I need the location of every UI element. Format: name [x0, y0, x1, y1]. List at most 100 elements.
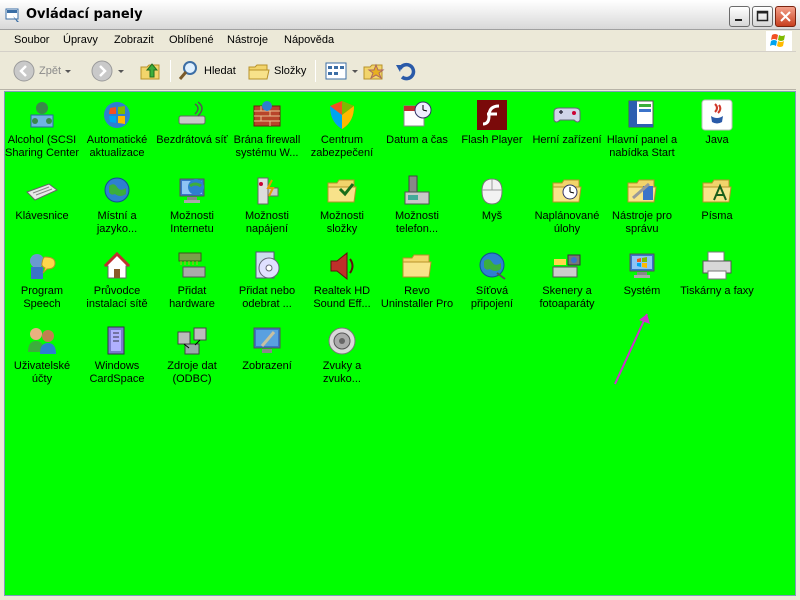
keyboard-icon — [26, 183, 58, 201]
hardware-icon — [178, 252, 206, 278]
menu-zobrazit[interactable]: Zobrazit — [114, 34, 154, 46]
control-panel-item-naplanovane-ulohy[interactable]: Naplánované úlohy — [530, 174, 604, 236]
views-button[interactable] — [324, 58, 358, 84]
forward-dropdown-icon[interactable] — [118, 69, 124, 73]
control-panel-item-moznosti-napajeni[interactable]: Možnosti napájení — [230, 174, 304, 236]
item-label: Tiskárny a faxy — [680, 285, 754, 297]
control-panel-item-realtek-hd-sound-eff[interactable]: Realtek HD Sound Eff... — [305, 249, 379, 311]
folder-up-icon — [140, 63, 160, 80]
views-dropdown-icon[interactable] — [352, 69, 358, 73]
power-icon — [257, 177, 279, 205]
close-button[interactable] — [775, 6, 796, 27]
flash-icon — [477, 100, 507, 130]
item-label: Místní a jazyko... — [96, 210, 138, 235]
menu-upravy[interactable]: Úpravy — [63, 34, 98, 46]
item-label: Přidat hardware — [169, 285, 215, 310]
control-panel-item-bezdratova-sit[interactable]: Bezdrátová síť — [155, 98, 229, 147]
control-panel-item-nastroje-pro-spravu[interactable]: Nástroje pro správu — [605, 174, 679, 236]
globe-icon — [104, 177, 130, 203]
back-button[interactable]: Zpět — [12, 58, 72, 84]
control-panel-item-system[interactable]: Systém — [605, 249, 679, 298]
cardspace-icon — [107, 326, 125, 355]
control-panel-item-zobrazeni[interactable]: Zobrazení — [230, 324, 304, 373]
item-label: Brána firewall systému W... — [233, 134, 301, 159]
item-label: Průvodce instalací sítě — [86, 285, 148, 310]
control-panel-item-hlavni-panel-a-nabidka-start[interactable]: Hlavní panel a nabídka Start — [605, 98, 679, 160]
menu-oblibene[interactable]: Oblíbené — [169, 34, 214, 46]
menu-soubor[interactable]: Soubor — [14, 34, 49, 46]
fonts-folder-icon — [702, 179, 732, 203]
undo-arrow-icon — [396, 62, 416, 81]
control-panel-item-pruvodce-instalaci-site[interactable]: Průvodce instalací sítě — [80, 249, 154, 311]
toolbar-separator — [170, 60, 171, 82]
menu-napoveda[interactable]: Nápověda — [284, 34, 334, 46]
control-panel-item-pridat-hardware[interactable]: Přidat hardware — [155, 249, 229, 311]
control-panel-item-zvuky-a-zvuko[interactable]: Zvuky a zvuko... — [305, 324, 379, 386]
control-panel-item-sitova-pripojeni[interactable]: Síťová připojení — [455, 249, 529, 311]
control-panel-item-uzivatelske-ucty[interactable]: Uživatelské účty — [5, 324, 79, 386]
control-panel-item-mys[interactable]: Myš — [455, 174, 529, 223]
item-label: Zdroje dat (ODBC) — [167, 360, 217, 385]
title-bar[interactable]: Ovládací panely — [0, 0, 800, 30]
item-label: Skenery a fotoaparáty — [539, 285, 595, 310]
undo-button[interactable] — [394, 58, 418, 84]
windows-logo-icon — [766, 31, 792, 51]
control-panel-item-windows-cardspace[interactable]: Windows CardSpace — [80, 324, 154, 386]
folders-icon — [248, 64, 270, 80]
views-icon — [325, 62, 347, 80]
item-label: Přidat nebo odebrat ... — [238, 285, 296, 310]
forward-button[interactable] — [90, 58, 124, 84]
control-panel-item-klavesnice[interactable]: Klávesnice — [5, 174, 79, 223]
item-label: Alcohol (SCSI Sharing Center — [5, 134, 79, 159]
control-panel-item-herni-zarizeni[interactable]: Herní zařízení — [530, 98, 604, 147]
control-panel-item-java[interactable]: Java — [680, 98, 754, 147]
control-panel-item-datum-a-cas[interactable]: Datum a čas — [380, 98, 454, 147]
control-panel-item-moznosti-internetu[interactable]: Možnosti Internetu — [155, 174, 229, 236]
network-globe-icon — [479, 252, 506, 280]
menu-nastroje[interactable]: Nástroje — [227, 34, 268, 46]
item-label: Možnosti Internetu — [169, 210, 215, 235]
item-label: Písma — [701, 210, 733, 222]
minimize-button[interactable] — [729, 6, 750, 27]
item-label: Java — [705, 134, 729, 146]
folders-button[interactable]: Složky — [247, 58, 306, 84]
forward-arrow-icon — [91, 60, 113, 82]
item-label: Možnosti složky — [319, 210, 365, 235]
item-label: Program Speech — [20, 285, 64, 310]
control-panel-item-moznosti-telefon[interactable]: Možnosti telefon... — [380, 174, 454, 236]
up-folder-button[interactable] — [139, 58, 163, 84]
search-icon — [178, 61, 197, 80]
control-panel-item-brana-firewall-systemu-w[interactable]: Brána firewall systému W... — [230, 98, 304, 160]
folder-options-icon — [327, 179, 357, 203]
control-panel-item-revo-uninstaller-pro[interactable]: Revo Uninstaller Pro — [380, 249, 454, 311]
control-panel-item-moznosti-slozky[interactable]: Možnosti složky — [305, 174, 379, 236]
item-label: Herní zařízení — [532, 134, 602, 146]
phone-icon — [404, 175, 430, 205]
maximize-button[interactable] — [752, 6, 773, 27]
control-panel-item-tiskarny-a-faxy[interactable]: Tiskárny a faxy — [680, 249, 754, 298]
control-panel-item-flash-player[interactable]: Flash Player — [455, 98, 529, 147]
control-panel-item-alcohol-scsi-sharing-center[interactable]: Alcohol (SCSI Sharing Center — [5, 98, 79, 160]
item-label: Windows CardSpace — [89, 360, 145, 385]
search-button[interactable]: Hledat — [177, 58, 236, 84]
internet-globe-icon — [179, 178, 205, 203]
control-panel-item-centrum-zabezpeceni[interactable]: Centrum zabezpečení — [305, 98, 379, 160]
item-label: Naplánované úlohy — [534, 210, 600, 235]
control-panel-item-mistni-a-jazyko[interactable]: Místní a jazyko... — [80, 174, 154, 236]
control-panel-item-program-speech[interactable]: Program Speech — [5, 249, 79, 311]
control-panel-item-skenery-a-fotoaparaty[interactable]: Skenery a fotoaparáty — [530, 249, 604, 311]
back-dropdown-icon[interactable] — [65, 69, 72, 73]
clock-icon — [403, 101, 432, 127]
control-panel-item-automaticke-aktualizace[interactable]: Automatické aktualizace — [80, 98, 154, 160]
menu-bar: Soubor Úpravy Zobrazit Oblíbené Nástroje… — [0, 30, 800, 52]
favorites-folder-button[interactable] — [362, 58, 386, 84]
back-label: Zpět — [39, 65, 62, 77]
control-panel-item-pridat-nebo-odebrat[interactable]: Přidat nebo odebrat ... — [230, 249, 304, 311]
network-home-icon — [103, 251, 131, 279]
item-label: Flash Player — [461, 134, 523, 146]
control-panel-item-pisma[interactable]: Písma — [680, 174, 754, 223]
minimize-icon — [735, 19, 742, 21]
display-icon — [253, 327, 281, 353]
odbc-icon — [177, 327, 207, 355]
control-panel-item-zdroje-dat-odbc[interactable]: Zdroje dat (ODBC) — [155, 324, 229, 386]
